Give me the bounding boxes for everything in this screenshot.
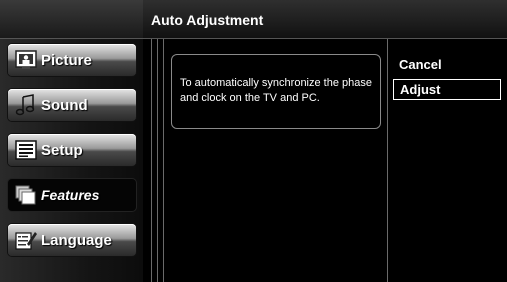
sidebar-item-label: Picture bbox=[41, 51, 92, 69]
option-label: Cancel bbox=[399, 57, 442, 72]
sidebar-item-language[interactable]: Language bbox=[8, 224, 136, 256]
sidebar: Picture Sound Setup Features Language bbox=[0, 0, 143, 282]
divider bbox=[151, 39, 152, 282]
divider bbox=[387, 39, 388, 282]
divider bbox=[163, 39, 164, 282]
content-panel: To automatically synchronize the phase a… bbox=[143, 39, 507, 282]
sidebar-item-picture[interactable]: Picture bbox=[8, 44, 136, 76]
divider bbox=[157, 39, 158, 282]
cancel-option[interactable]: Cancel bbox=[393, 54, 501, 75]
sidebar-item-features[interactable]: Features bbox=[8, 179, 136, 211]
page-title: Auto Adjustment bbox=[151, 12, 264, 28]
sidebar-header bbox=[0, 0, 143, 39]
picture-icon bbox=[14, 49, 38, 71]
message-text: To automatically synchronize the phase a… bbox=[180, 77, 372, 104]
sidebar-item-label: Setup bbox=[41, 141, 83, 159]
language-icon bbox=[14, 229, 38, 251]
sidebar-item-label: Features bbox=[41, 187, 100, 203]
sidebar-item-setup[interactable]: Setup bbox=[8, 134, 136, 166]
message-box: To automatically synchronize the phase a… bbox=[171, 54, 381, 129]
sidebar-item-sound[interactable]: Sound bbox=[8, 89, 136, 121]
option-label: Adjust bbox=[400, 82, 441, 97]
sidebar-item-label: Language bbox=[41, 231, 112, 249]
setup-icon bbox=[14, 139, 38, 161]
adjust-option[interactable]: Adjust bbox=[393, 79, 501, 100]
sidebar-item-label: Sound bbox=[41, 96, 88, 114]
sound-icon bbox=[14, 94, 38, 116]
features-icon bbox=[14, 184, 38, 206]
tv-menu-screen: Picture Sound Setup Features Language Au… bbox=[0, 0, 507, 282]
menu-header: Auto Adjustment bbox=[143, 0, 507, 39]
